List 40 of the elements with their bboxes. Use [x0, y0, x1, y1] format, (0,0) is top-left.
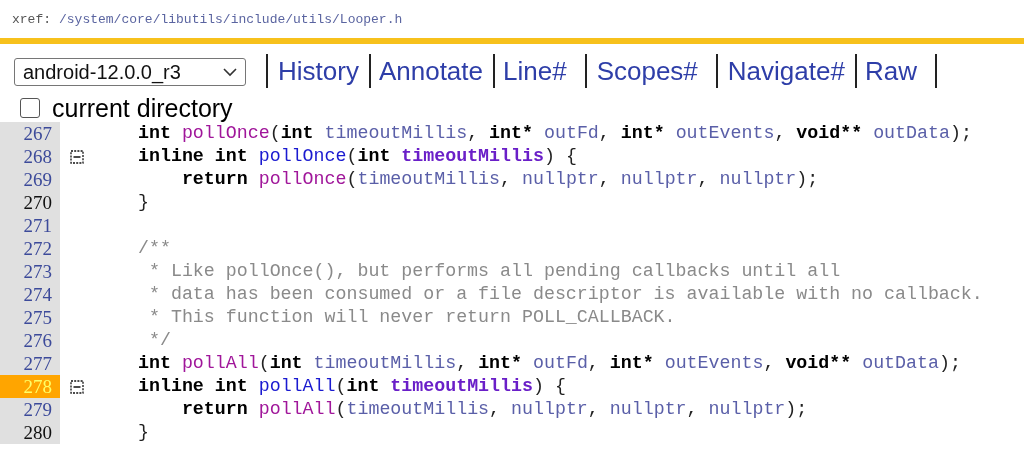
line-number[interactable]: 276	[0, 329, 60, 352]
nav-link[interactable]: Scopes#	[590, 55, 704, 87]
line-number[interactable]: 273	[0, 260, 60, 283]
line-number[interactable]: 275	[0, 306, 60, 329]
chevron-down-icon	[223, 67, 237, 77]
collapse-icon[interactable]	[70, 149, 84, 164]
file-path: /system/core/libutils/include/utils/Looper.h	[59, 11, 403, 27]
checkbox[interactable]	[20, 98, 40, 118]
code-line: inline int pollOnce(int timeoutMillis) {	[138, 145, 577, 168]
line-number[interactable]: 274	[0, 283, 60, 306]
line-number[interactable]: 272	[0, 237, 60, 260]
version-select[interactable]: android-12.0.0_r3	[14, 58, 246, 86]
code-line: int pollOnce(int timeoutMillis, int* outFd, int* outEvents, void** outData);	[138, 122, 972, 145]
line-number[interactable]: 270	[0, 191, 60, 214]
code-line: * This function will never return POLL_CALLBACK.	[147, 306, 676, 329]
nav-link[interactable]: Line#	[497, 55, 573, 87]
code-line: * Like pollOnce(), but performs all pending callbacks until all	[147, 260, 841, 283]
xref-label: xref:	[12, 11, 51, 27]
code-line: */	[147, 329, 171, 352]
line-number[interactable]: 277	[0, 352, 60, 375]
code-line: /**	[138, 237, 171, 260]
line-number[interactable]: 268	[0, 145, 60, 168]
line-number[interactable]: 279	[0, 398, 60, 421]
code-line: return pollOnce(timeoutMillis, nullptr, nullptr, nullptr);	[180, 168, 819, 191]
code-line: int pollAll(int timeoutMillis, int* outFd, int* outEvents, void** outData);	[138, 352, 961, 375]
nav-link[interactable]: History	[272, 55, 365, 87]
line-number[interactable]: 269	[0, 168, 60, 191]
code-line: inline int pollAll(int timeoutMillis) {	[138, 375, 566, 398]
checkbox-label: current directory	[52, 95, 233, 121]
collapse-icon[interactable]	[70, 379, 84, 394]
nav-link[interactable]: Annotate	[372, 55, 489, 87]
code-line: }	[138, 421, 149, 444]
code-line: * data has been consumed or a file descriptor is available with no callback.	[147, 283, 983, 306]
line-number[interactable]: 271	[0, 214, 60, 237]
code-line: }	[138, 191, 149, 214]
line-number[interactable]: 280	[0, 421, 60, 444]
nav-link[interactable]: Navigate#	[721, 55, 851, 87]
line-number[interactable]: 267	[0, 122, 60, 145]
nav-link[interactable]: Raw	[858, 55, 923, 87]
code-line: return pollAll(timeoutMillis, nullptr, nullptr, nullptr);	[180, 398, 808, 421]
